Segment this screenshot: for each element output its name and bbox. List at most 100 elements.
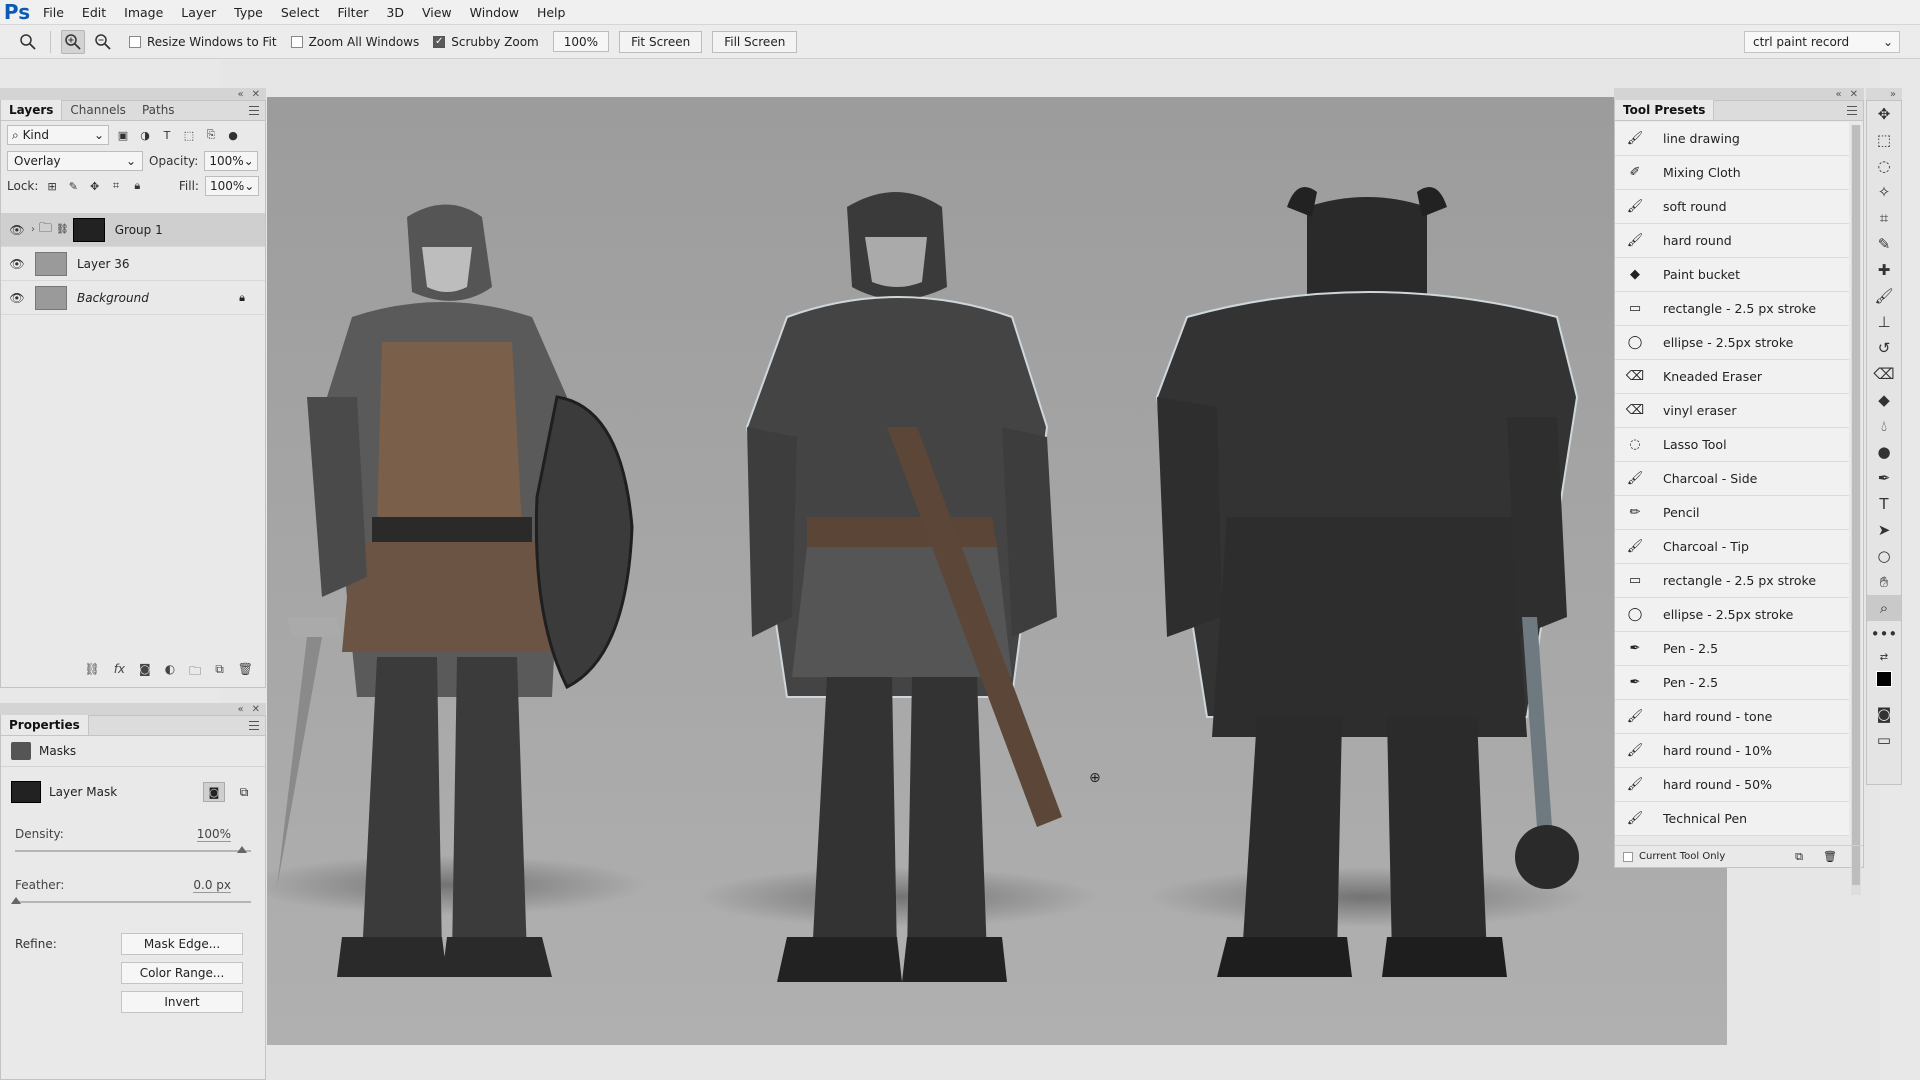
workspace-select[interactable]: ctrl paint record ⌄: [1744, 31, 1900, 53]
feather-value[interactable]: 0.0 px: [193, 878, 231, 893]
tool-preset-item[interactable]: ◆ Paint bucket: [1615, 258, 1849, 292]
lock-image-icon[interactable]: ✎: [66, 178, 81, 194]
new-group-icon[interactable]: 🗀: [189, 662, 201, 683]
tools-collapse-bar[interactable]: »: [1866, 88, 1902, 100]
zoom-out-icon[interactable]: [91, 30, 115, 54]
ellipse-tool-icon[interactable]: ○: [1867, 543, 1901, 569]
properties-panel-collapse-bar[interactable]: « ✕: [0, 703, 266, 715]
density-value[interactable]: 100%: [196, 827, 231, 842]
collapse-icon[interactable]: «: [1835, 89, 1841, 100]
type-tool-icon[interactable]: T: [1867, 491, 1901, 517]
zoom-value-field[interactable]: 100%: [552, 31, 610, 52]
clone-stamp-tool-icon[interactable]: ⊥: [1867, 309, 1901, 335]
magic-wand-tool-icon[interactable]: ✧: [1867, 179, 1901, 205]
feather-slider[interactable]: [11, 897, 251, 904]
panel-menu-icon[interactable]: [1847, 106, 1857, 115]
tool-preset-item[interactable]: ◯ ellipse - 2.5px stroke: [1615, 598, 1849, 632]
menu-edit[interactable]: Edit: [73, 0, 115, 25]
menu-image[interactable]: Image: [115, 0, 172, 25]
lasso-tool-icon[interactable]: ◌: [1867, 153, 1901, 179]
fill-screen-button[interactable]: Fill Screen: [712, 30, 798, 53]
marquee-tool-icon[interactable]: ⬚: [1867, 127, 1901, 153]
delete-preset-icon[interactable]: 🗑︎: [1823, 850, 1837, 863]
add-mask-icon[interactable]: ◙: [139, 662, 151, 683]
eye-icon[interactable]: 👁︎: [5, 291, 29, 305]
tool-preset-item[interactable]: 🖌︎ soft round: [1615, 190, 1849, 224]
tool-preset-item[interactable]: ✏︎ Pencil: [1615, 496, 1849, 530]
layer-kind-select[interactable]: ⌕ Kind ⌄: [7, 125, 109, 145]
tab-properties[interactable]: Properties: [1, 715, 89, 735]
filter-toggle-icon[interactable]: ●: [225, 127, 241, 143]
eye-icon[interactable]: 👁︎: [5, 223, 29, 237]
history-brush-tool-icon[interactable]: ↺: [1867, 335, 1901, 361]
link-layers-icon[interactable]: ⛓︎: [84, 662, 99, 683]
current-tool-only-checkbox[interactable]: [1623, 851, 1633, 862]
menu-select[interactable]: Select: [272, 0, 329, 25]
dodge-tool-icon[interactable]: ●: [1867, 439, 1901, 465]
filter-type-icon[interactable]: T: [159, 127, 175, 143]
vector-mask-icon[interactable]: ⧉: [233, 782, 255, 802]
scrubby-zoom-checkbox[interactable]: ✓ Scrubby Zoom: [433, 35, 539, 49]
menu-layer[interactable]: Layer: [172, 0, 225, 25]
eyedropper-tool-icon[interactable]: ✎: [1867, 231, 1901, 257]
blend-mode-select[interactable]: Overlay ⌄: [7, 151, 143, 171]
resize-windows-box[interactable]: [129, 35, 141, 48]
tool-preset-item[interactable]: 🖌︎ hard round - 10%: [1615, 734, 1849, 768]
tool-preset-item[interactable]: ▭ rectangle - 2.5 px stroke: [1615, 292, 1849, 326]
swap-colors-icon[interactable]: ⇄: [1867, 647, 1901, 667]
color-range-button[interactable]: Color Range...: [121, 962, 243, 984]
color-swatches[interactable]: [1867, 667, 1901, 701]
tool-preset-item[interactable]: ◯ ellipse - 2.5px stroke: [1615, 326, 1849, 360]
healing-brush-tool-icon[interactable]: ✚: [1867, 257, 1901, 283]
layer-row-background[interactable]: 👁︎ Background 🔒︎: [1, 281, 265, 315]
fx-icon[interactable]: fx: [114, 662, 125, 683]
lock-transparent-icon[interactable]: ⊞: [44, 178, 59, 194]
collapse-icon[interactable]: «: [237, 704, 243, 715]
expand-arrow-icon[interactable]: ›: [31, 224, 35, 235]
hand-tool-icon[interactable]: ✋︎: [1867, 569, 1901, 595]
panel-menu-icon[interactable]: [249, 721, 259, 730]
collapse-icon[interactable]: «: [237, 89, 243, 100]
paint-bucket-tool-icon[interactable]: ◆: [1867, 387, 1901, 413]
filter-pixel-icon[interactable]: ▣: [115, 127, 131, 143]
panel-menu-icon[interactable]: [249, 106, 259, 115]
menu-window[interactable]: Window: [461, 0, 528, 25]
invert-button[interactable]: Invert: [121, 991, 243, 1013]
expand-icon[interactable]: »: [1890, 89, 1896, 100]
menu-help[interactable]: Help: [528, 0, 575, 25]
foreground-color-swatch[interactable]: [1876, 671, 1892, 687]
tool-preset-item[interactable]: ⌫ vinyl eraser: [1615, 394, 1849, 428]
zoom-all-windows-checkbox[interactable]: Zoom All Windows: [290, 35, 419, 49]
menu-type[interactable]: Type: [225, 0, 272, 25]
menu-filter[interactable]: Filter: [328, 0, 377, 25]
blur-tool-icon[interactable]: 💧︎: [1867, 413, 1901, 439]
tool-preset-item[interactable]: ⌫ Kneaded Eraser: [1615, 360, 1849, 394]
tab-layers[interactable]: Layers: [1, 100, 63, 120]
eye-icon[interactable]: 👁︎: [5, 257, 29, 271]
tab-tool-presets[interactable]: Tool Presets: [1615, 100, 1715, 120]
density-slider[interactable]: [15, 846, 251, 853]
tool-preset-item[interactable]: 🖌︎ hard round - 50%: [1615, 768, 1849, 802]
menu-3d[interactable]: 3D: [377, 0, 413, 25]
brush-tool-icon[interactable]: 🖌︎: [1867, 283, 1901, 309]
scrollbar-thumb[interactable]: [1852, 125, 1860, 885]
menu-view[interactable]: View: [413, 0, 461, 25]
pixel-mask-icon[interactable]: ◙: [203, 782, 225, 802]
tool-preset-item[interactable]: ▭ rectangle - 2.5 px stroke: [1615, 564, 1849, 598]
pen-tool-icon[interactable]: ✒: [1867, 465, 1901, 491]
new-preset-icon[interactable]: ⧉: [1795, 850, 1803, 864]
document-canvas[interactable]: [267, 97, 1727, 1045]
resize-windows-checkbox[interactable]: Resize Windows to Fit: [129, 35, 277, 49]
tool-preset-item[interactable]: 🖌︎ hard round: [1615, 224, 1849, 258]
delete-layer-icon[interactable]: 🗑︎: [238, 662, 253, 683]
zoom-tool-icon[interactable]: ⌕: [1867, 595, 1901, 621]
lock-icon[interactable]: 🔒︎: [239, 291, 245, 305]
tool-preset-item[interactable]: 🖌︎ hard round - tone: [1615, 700, 1849, 734]
fill-field[interactable]: 100% ⌄: [204, 176, 259, 196]
layer-row-group-1[interactable]: 👁︎ › 🗀 ⛓︎ Group 1: [1, 213, 265, 247]
fit-screen-button[interactable]: Fit Screen: [619, 30, 703, 53]
tool-preset-item[interactable]: ◌ Lasso Tool: [1615, 428, 1849, 462]
crop-tool-icon[interactable]: ⌗: [1867, 205, 1901, 231]
filter-adjustment-icon[interactable]: ◑: [137, 127, 153, 143]
opacity-field[interactable]: 100% ⌄: [204, 151, 259, 171]
